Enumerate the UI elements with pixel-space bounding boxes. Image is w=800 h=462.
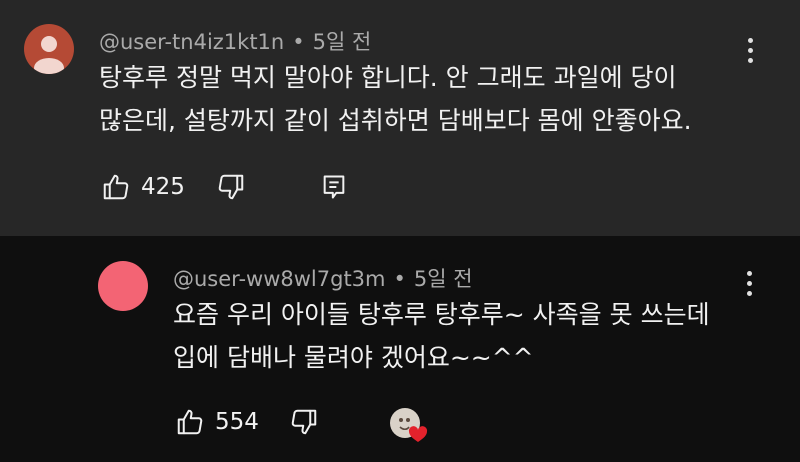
comment-meta: @user-tn4iz1kt1n • 5일 전 [99,26,371,56]
comment-time[interactable]: 5일 전 [414,267,473,291]
meta-separator: • [393,267,406,291]
comment-text: 탕후루 정말 먹지 말아야 합니다. 안 그래도 과일에 당이 많은데, 설탕까… [99,56,692,142]
avatar[interactable] [24,24,74,74]
author-name[interactable]: @user-tn4iz1kt1n [99,30,284,54]
more-vert-icon[interactable] [748,38,754,66]
thumbs-up-icon[interactable] [101,172,131,202]
comment-text-line: 요즘 우리 아이들 탕후루 탕후루~ 사족을 못 쓰는데 [173,300,710,329]
comment-time[interactable]: 5일 전 [313,30,372,54]
like-count: 425 [141,174,185,200]
thumbs-down-icon[interactable] [289,407,319,437]
comment: @user-tn4iz1kt1n • 5일 전 탕후루 정말 먹지 말아야 합니다.… [0,0,800,236]
reply-comment: @user-ww8wl7gt3m • 5일 전 요즘 우리 아이들 탕후루 탕후루~… [0,236,800,462]
avatar[interactable] [98,261,148,311]
meta-separator: • [292,30,305,54]
comment-text-line: 입에 담배나 물려야 겠어요~~^^ [173,343,534,372]
author-name[interactable]: @user-ww8wl7gt3m [173,267,386,291]
like-count: 554 [215,409,259,435]
creator-heart-icon [390,408,428,442]
comment-text-line: 탕후루 정말 먹지 말아야 합니다. 안 그래도 과일에 당이 [99,63,677,92]
more-vert-icon[interactable] [747,271,753,299]
comment-text: 요즘 우리 아이들 탕후루 탕후루~ 사족을 못 쓰는데 입에 담배나 물려야 … [173,293,710,379]
thumbs-down-icon[interactable] [216,172,246,202]
reply-icon[interactable] [320,173,348,201]
comment-text-line: 많은데, 설탕까지 같이 섭취하면 담배보다 몸에 안좋아요. [99,106,692,135]
thumbs-up-icon[interactable] [175,407,205,437]
comment-meta: @user-ww8wl7gt3m • 5일 전 [173,263,473,293]
avatar-person-icon [34,36,64,74]
